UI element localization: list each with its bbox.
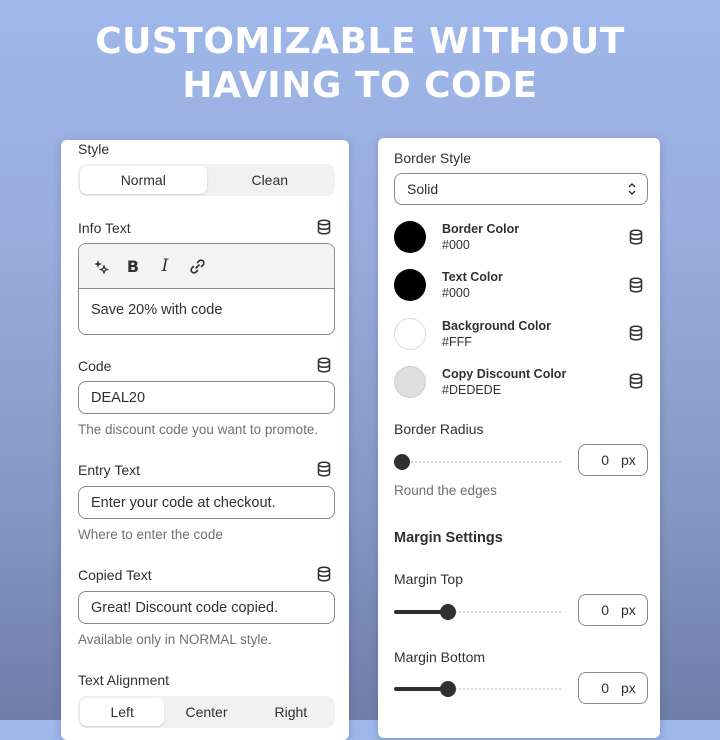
headline-line-1: CUSTOMIZABLE WITHOUT [95, 21, 625, 62]
margin-bottom-label: Margin Bottom [394, 649, 486, 665]
copied-text-help-text: Available only in NORMAL style. [78, 632, 272, 647]
margin-top-value: 0 [601, 602, 609, 618]
border-style-value: Solid [407, 181, 439, 197]
database-icon[interactable] [317, 566, 331, 582]
copied-text-label: Copied Text [78, 567, 152, 583]
code-input[interactable]: DEAL20 [78, 381, 335, 414]
background-color-value: #FFF [442, 335, 472, 349]
settings-panel-left: Style Normal Clean Info Text B I Save 20… [61, 140, 349, 740]
settings-panel-right: Border Style Solid Border Color #000 Tex… [378, 138, 660, 738]
border-radius-value: 0 [601, 452, 609, 468]
bold-icon[interactable]: B [123, 256, 143, 276]
margin-bottom-unit: px [621, 680, 636, 696]
database-icon[interactable] [629, 277, 643, 293]
slider-thumb[interactable] [439, 681, 456, 697]
border-style-label: Border Style [394, 150, 472, 166]
style-option-normal[interactable]: Normal [80, 166, 207, 194]
style-option-clean[interactable]: Clean [207, 166, 334, 194]
headline: CUSTOMIZABLE WITHOUT HAVING TO CODE [0, 20, 720, 108]
entry-text-input[interactable]: Enter your code at checkout. [78, 486, 335, 519]
headline-line-2: HAVING TO CODE [182, 65, 538, 106]
margin-top-slider[interactable] [394, 604, 562, 620]
background-color-label: Background Color [442, 319, 552, 333]
copy-discount-color-label: Copy Discount Color [442, 367, 567, 381]
slider-track [394, 461, 562, 463]
border-radius-unit: px [621, 452, 636, 468]
link-icon[interactable] [187, 256, 207, 276]
slider-thumb[interactable] [394, 454, 410, 470]
margin-bottom-value: 0 [601, 680, 609, 696]
database-icon[interactable] [629, 325, 643, 341]
text-color-value: #000 [442, 286, 470, 300]
margin-bottom-slider[interactable] [394, 681, 562, 697]
magic-sparkle-icon[interactable] [91, 256, 111, 276]
database-icon[interactable] [317, 461, 331, 477]
copied-text-input[interactable]: Great! Discount code copied. [78, 591, 335, 624]
editor-toolbar: B I [79, 244, 334, 289]
copy-discount-color-value: #DEDEDE [442, 383, 502, 397]
border-color-value: #000 [442, 238, 470, 252]
border-radius-input[interactable]: 0 px [578, 444, 648, 476]
margin-settings-title: Margin Settings [394, 530, 503, 546]
margin-top-label: Margin Top [394, 571, 464, 587]
code-help-text: The discount code you want to promote. [78, 422, 319, 437]
alignment-option-left[interactable]: Left [80, 698, 165, 726]
entry-text-label: Entry Text [78, 462, 140, 478]
margin-bottom-input[interactable]: 0 px [578, 672, 648, 704]
border-radius-help-text: Round the edges [394, 483, 497, 498]
italic-icon[interactable]: I [155, 256, 175, 276]
database-icon[interactable] [317, 219, 331, 235]
copy-discount-color-swatch[interactable] [394, 366, 426, 398]
select-chevron-icon [628, 183, 636, 195]
text-color-swatch[interactable] [394, 269, 426, 301]
slider-thumb[interactable] [439, 604, 456, 620]
border-style-select[interactable]: Solid [394, 173, 648, 205]
entry-text-help-text: Where to enter the code [78, 527, 223, 542]
database-icon[interactable] [629, 229, 643, 245]
border-color-label: Border Color [442, 222, 520, 236]
style-segmented-control: Normal Clean [78, 164, 335, 196]
border-color-swatch[interactable] [394, 221, 426, 253]
text-alignment-label: Text Alignment [78, 672, 170, 688]
border-radius-slider[interactable] [394, 454, 562, 470]
text-color-label: Text Color [442, 270, 503, 284]
code-label: Code [78, 358, 112, 374]
database-icon[interactable] [317, 357, 331, 373]
info-text-label: Info Text [78, 220, 131, 236]
info-text-editor: B I Save 20% with code [78, 243, 335, 335]
style-label: Style [78, 141, 110, 157]
alignment-option-center[interactable]: Center [164, 698, 248, 726]
margin-top-input[interactable]: 0 px [578, 594, 648, 626]
database-icon[interactable] [629, 373, 643, 389]
info-text-input[interactable]: Save 20% with code [79, 289, 334, 331]
text-alignment-segmented-control: Left Center Right [78, 696, 335, 728]
background-color-swatch[interactable] [394, 318, 426, 350]
margin-top-unit: px [621, 602, 636, 618]
border-radius-label: Border Radius [394, 421, 484, 437]
alignment-option-right[interactable]: Right [249, 698, 333, 726]
